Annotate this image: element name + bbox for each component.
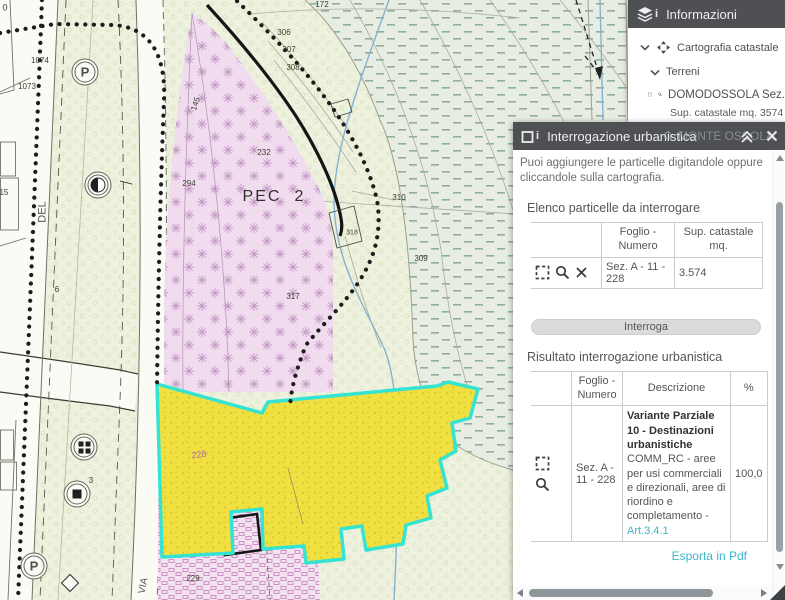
query-panel-body: Puoi aggiungere le particelle digitandol… (513, 150, 785, 600)
parking-letter: P (81, 65, 90, 80)
zoom-to-icon[interactable] (658, 87, 662, 102)
foglio-column-header: Foglio - Numero (572, 371, 623, 406)
zoom-to-parcel-icon[interactable] (535, 477, 550, 492)
particles-table: Foglio - Numero Sup. catastale mq. (531, 222, 763, 289)
variant-title: Variante Parziale 10 - Destinazioni urba… (627, 409, 726, 452)
info-panel-header[interactable]: i Informazioni (628, 0, 785, 28)
tree-item-label: Cartografia catastale (677, 42, 779, 54)
article-link[interactable]: Art.3.4.1 (627, 525, 669, 537)
actions-column-header (531, 371, 572, 406)
tree-item-parcel[interactable]: DOMODOSSOLA Sez. (648, 87, 785, 102)
result-foglio: Sez. A - 11 - 228 (572, 406, 623, 542)
urban-info-icon (521, 129, 535, 144)
cartography-layer-icon (656, 40, 671, 55)
parking-letter: P (30, 559, 39, 574)
chevron-down-icon[interactable] (650, 69, 660, 76)
horizontal-scrollbar[interactable] (513, 586, 772, 600)
result-table: Foglio - Numero Descrizione % (531, 371, 768, 542)
instructions-text: Puoi aggiungere le particelle digitandol… (520, 156, 769, 186)
interroga-button[interactable]: Interroga (531, 319, 761, 335)
info-letter: i (655, 8, 658, 20)
zone-description: COMM_RC - aree per usi commerciali e dir… (627, 453, 725, 522)
layers-icon (636, 6, 654, 22)
remove-parcel-icon[interactable] (575, 266, 588, 279)
query-panel-header[interactable]: i Interrogazione urbanistica MONTE OSSOL… (513, 122, 785, 150)
tree-item-terreni[interactable]: Terreni (650, 66, 785, 78)
vertical-scroll-thumb[interactable] (776, 202, 783, 552)
info-letter: i (536, 130, 539, 142)
collapse-panel-icon[interactable] (739, 128, 755, 144)
result-percent: 100,0 (731, 406, 768, 542)
export-pdf-link[interactable]: Esporta in Pdf (672, 549, 747, 563)
result-heading: Risultato interrogazione urbanistica (527, 350, 785, 364)
chevron-down-icon[interactable] (640, 44, 650, 51)
scroll-down-icon[interactable] (776, 564, 784, 570)
parcel-name: DOMODOSSOLA Sez. (668, 89, 785, 101)
tree-item-cartografia[interactable]: Cartografia catastale (640, 40, 785, 55)
percent-column-header: % (731, 371, 768, 406)
grid-symbol (71, 434, 98, 461)
scroll-left-icon[interactable] (517, 589, 523, 597)
actions-column-header (531, 223, 602, 258)
zoom-to-parcel-icon[interactable] (555, 265, 570, 280)
foglio-column-header: Foglio - Numero (602, 223, 675, 258)
result-description: Variante Parziale 10 - Destinazioni urba… (623, 406, 731, 542)
horizontal-scroll-thumb[interactable] (529, 589, 713, 597)
parking-symbol: P (72, 59, 99, 86)
diamond-symbol (64, 577, 77, 590)
particle-foglio: Sez. A - 11 - 228 (602, 257, 675, 288)
tree-item-label: Terreni (666, 66, 700, 78)
particle-row: Sez. A - 11 - 228 3.574 (531, 257, 763, 288)
sup-column-header: Sup. catastale mq. (675, 223, 763, 258)
query-panel: i Interrogazione urbanistica MONTE OSSOL… (513, 122, 785, 600)
close-panel-icon[interactable] (765, 129, 779, 143)
gis-app: 1074 1073 172 306 307 308 232 294 145 PE… (0, 0, 785, 600)
select-parcel-icon[interactable] (648, 87, 652, 102)
vertical-scrollbar[interactable] (772, 150, 785, 600)
particle-sup: 3.574 (675, 257, 763, 288)
particles-heading: Elenco particelle da interrogare (527, 201, 785, 215)
resize-handle[interactable] (770, 585, 785, 600)
half-circle-symbol (85, 172, 112, 199)
scroll-up-icon[interactable] (776, 155, 784, 161)
query-panel-title: Interrogazione urbanistica (547, 129, 697, 144)
select-parcel-icon[interactable] (535, 456, 550, 471)
parcel-surface-label: Sup. catastale mq. 3574 (670, 107, 783, 119)
parking-symbol: P (21, 553, 48, 580)
descrizione-column-header: Descrizione (623, 371, 731, 406)
filled-square-symbol (64, 481, 91, 508)
result-row: Sez. A - 11 - 228 Variante Parziale 10 -… (531, 406, 767, 542)
parcel-surface: Sup. catastale mq. 3574 (670, 107, 785, 119)
scroll-right-icon[interactable] (761, 589, 767, 597)
info-panel-title: Informazioni (666, 7, 737, 22)
select-parcel-icon[interactable] (535, 265, 550, 280)
